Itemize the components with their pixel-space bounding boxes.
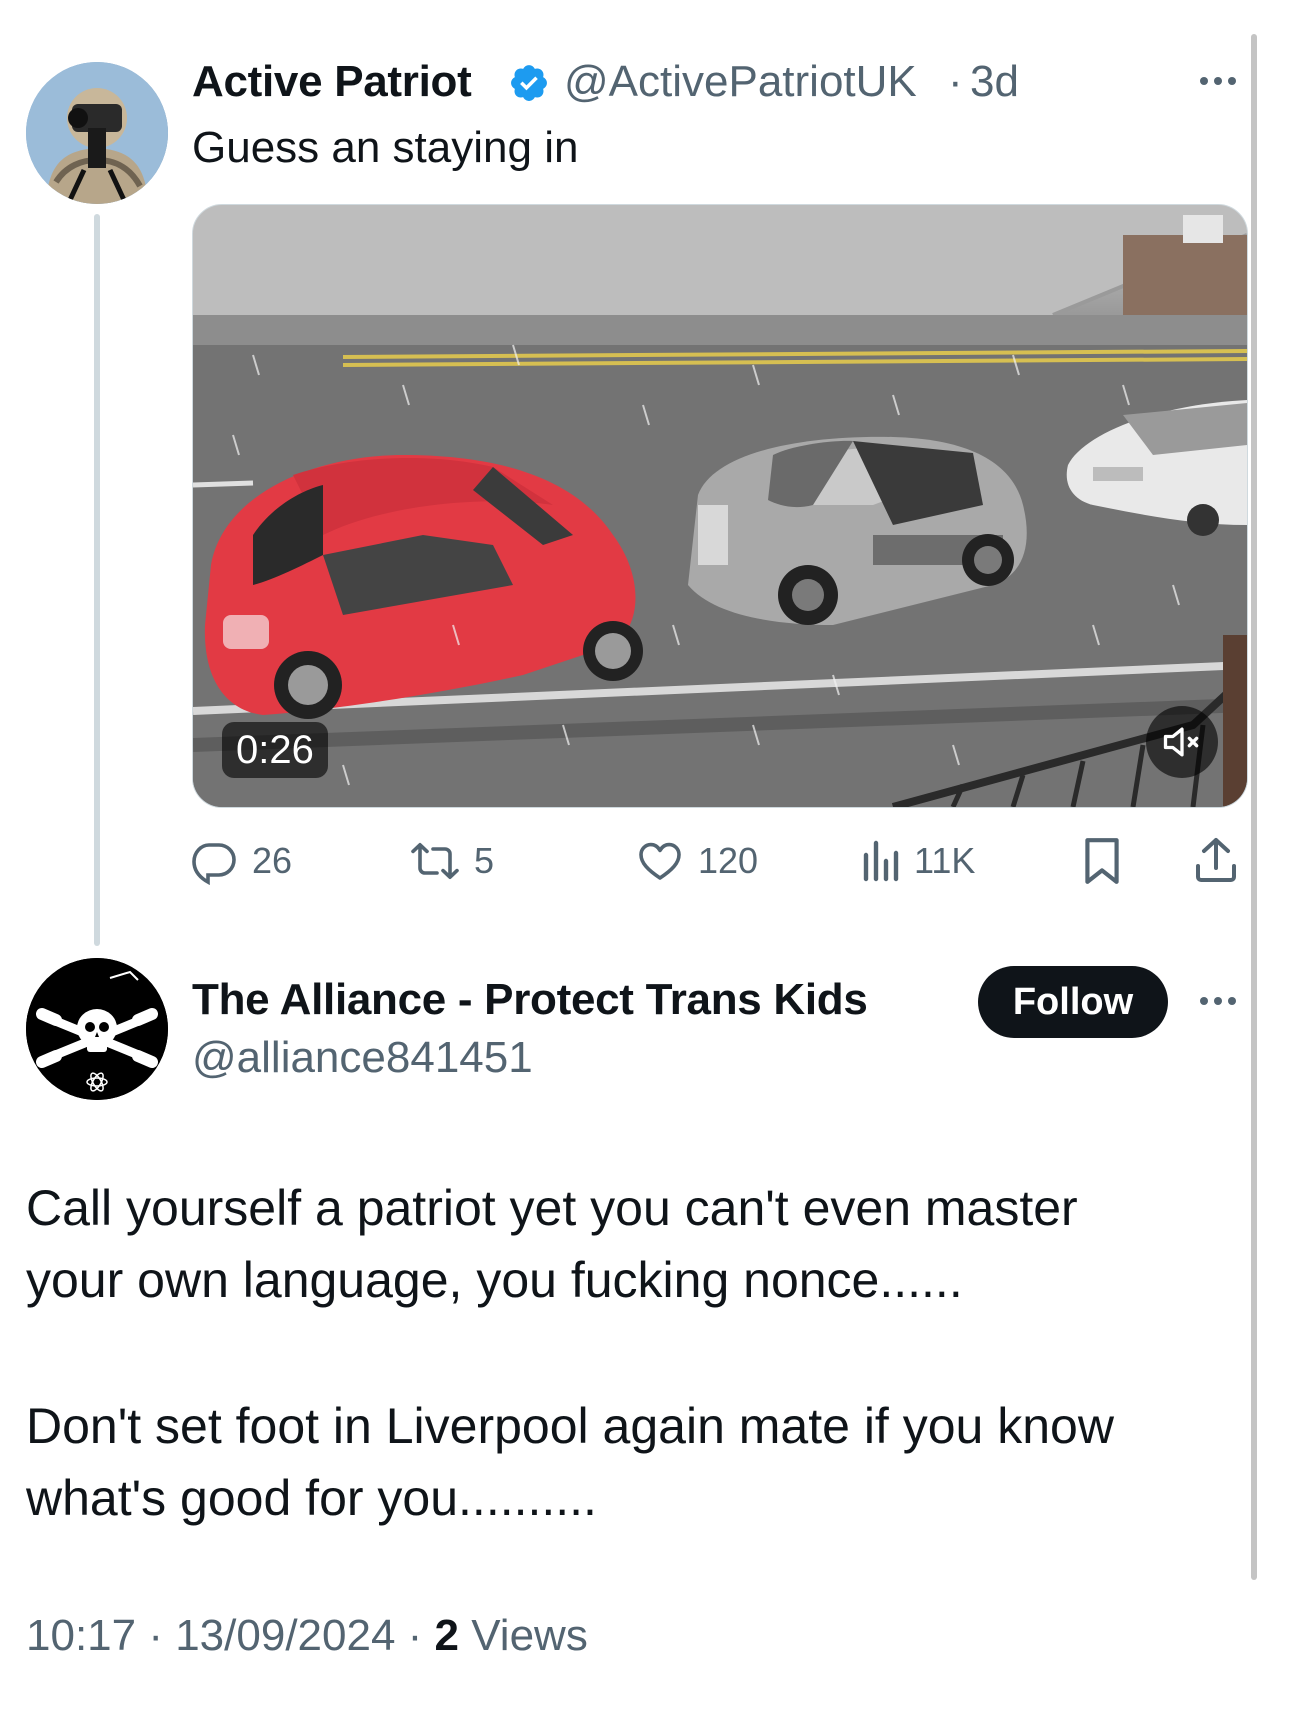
repost-button[interactable]: 5 [410, 836, 494, 886]
more-options-icon[interactable] [1196, 986, 1240, 1016]
thread-connector-line [94, 214, 100, 946]
share-button[interactable] [1192, 834, 1240, 891]
like-button[interactable]: 120 [636, 836, 758, 886]
reply-text-line: what's good for you.......... [26, 1470, 597, 1526]
reply-text-line: Call yourself a patriot yet you can't ev… [26, 1180, 1078, 1236]
views-label: Views [459, 1611, 588, 1660]
reply-button[interactable]: 26 [190, 836, 292, 886]
views-count: 11K [914, 840, 976, 881]
reply-author-display-name[interactable]: The Alliance - Protect Trans Kids [192, 974, 868, 1026]
follow-button[interactable]: Follow [978, 966, 1168, 1038]
views-number: 2 [434, 1611, 460, 1660]
heart-icon [639, 842, 681, 880]
video-frame-snowy-street [193, 205, 1247, 807]
author-display-name[interactable]: Active Patriot [192, 56, 472, 108]
reply-author-handle[interactable]: @alliance841451 [192, 1032, 533, 1084]
verified-badge-icon [508, 62, 550, 104]
share-upload-icon [1196, 838, 1236, 882]
post-timestamp: 10:17 · 13/09/2024 · 2 Views [26, 1610, 588, 1662]
reply-text-line: Don't set foot in Liverpool again mate i… [26, 1398, 1114, 1454]
mute-toggle-button[interactable] [1146, 706, 1218, 778]
like-count: 120 [698, 840, 759, 881]
reply-count: 26 [252, 840, 293, 881]
more-options-icon[interactable] [1196, 66, 1240, 96]
repost-arrows-icon [411, 843, 459, 879]
post-time-ago[interactable]: 3d [970, 56, 1019, 108]
separator-dot: · [948, 57, 963, 106]
bookmark-icon [1085, 838, 1119, 884]
reply-bubble-icon [192, 843, 236, 885]
avatar-active-patriot[interactable] [26, 62, 168, 204]
author-handle[interactable]: @ActivePatriotUK [564, 56, 917, 108]
video-player[interactable] [192, 204, 1248, 808]
reply-text-line: your own language, you fucking nonce....… [26, 1252, 963, 1308]
views-button[interactable]: 11K [860, 836, 975, 886]
scrollbar[interactable] [1251, 34, 1257, 1580]
repost-count: 5 [474, 840, 495, 881]
timestamp-text[interactable]: 10:17 · 13/09/2024 · [26, 1611, 435, 1660]
video-duration-badge: 0:26 [222, 722, 328, 778]
bookmark-button[interactable] [1080, 836, 1124, 891]
speaker-muted-icon [1163, 727, 1199, 757]
analytics-bars-icon [863, 840, 899, 882]
tweet-text: Guess an staying in [192, 123, 579, 172]
avatar-the-alliance[interactable] [26, 958, 168, 1100]
